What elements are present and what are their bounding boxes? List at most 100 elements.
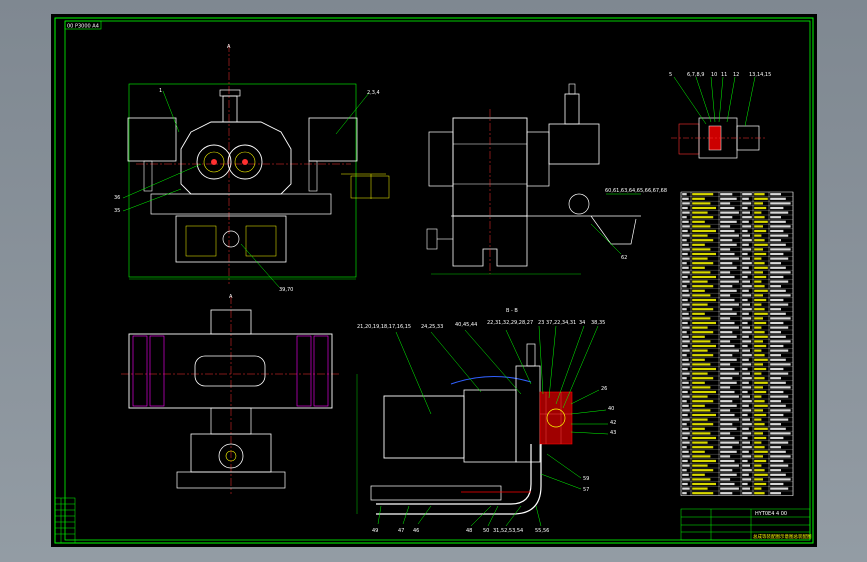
callout-43: 43: [610, 430, 616, 436]
callout-24-25-33: 24,25,33: [421, 324, 443, 330]
parts-list-cell: [770, 197, 786, 200]
parts-list-cell: [692, 197, 705, 200]
parts-list-cell: [720, 239, 733, 242]
parts-list-cell: [682, 202, 690, 205]
drawing-sheet: 00 P3000 A4 A 1 2,3,4 36 35 39,70 60,61,…: [51, 14, 817, 547]
parts-list-cell: [682, 367, 688, 371]
parts-list-cell: [692, 248, 711, 251]
parts-list-cell: [770, 289, 786, 292]
parts-list-cell: [754, 354, 765, 357]
callout-5: 5: [669, 72, 672, 78]
parts-list-cell: [742, 390, 748, 394]
parts-list-cell: [720, 354, 733, 357]
parts-list-cell: [742, 427, 749, 430]
section-view: [356, 325, 609, 527]
parts-list-cell: [754, 312, 768, 315]
parts-list-cell: [754, 211, 762, 214]
parts-list-cell: [692, 487, 708, 490]
parts-list-cell: [692, 386, 711, 389]
parts-list-cell: [742, 280, 750, 283]
parts-list-cell: [692, 326, 708, 329]
parts-list-cell: [720, 372, 739, 375]
parts-list-cell: [682, 262, 687, 265]
parts-list-cell: [692, 202, 711, 205]
callout-10: 10: [711, 72, 717, 78]
parts-list-cell: [682, 455, 690, 458]
parts-list-cell: [682, 390, 688, 394]
parts-list-cell: [742, 455, 752, 458]
parts-list-cell: [742, 308, 752, 311]
parts-list-cell: [682, 395, 690, 398]
parts-list-cell: [682, 294, 690, 297]
parts-list-cell: [754, 340, 763, 343]
parts-list-cell: [754, 413, 767, 417]
parts-list-cell: [754, 464, 762, 467]
parts-list-cell: [742, 317, 752, 320]
parts-list-cell: [682, 450, 689, 453]
parts-list-cell: [682, 331, 687, 334]
parts-list-cell: [692, 450, 705, 453]
parts-list-cell: [720, 404, 737, 407]
parts-list-cell: [754, 372, 762, 375]
parts-list-cell: [742, 239, 752, 242]
parts-list-cell: [720, 340, 731, 343]
parts-list-cell: [682, 381, 689, 384]
parts-list-cell: [754, 285, 765, 288]
parts-list-cell: [754, 271, 763, 274]
cad-viewport[interactable]: 00 P3000 A4 A 1 2,3,4 36 35 39,70 60,61,…: [0, 0, 867, 562]
parts-list-cell: [742, 413, 748, 417]
parts-list-cell: [692, 262, 714, 265]
parts-list-cell: [692, 455, 711, 458]
parts-list-cell: [720, 432, 731, 435]
parts-list-cell: [682, 418, 690, 421]
parts-list-cell: [770, 349, 789, 352]
callout-39-70: 39,70: [279, 287, 293, 293]
parts-list-cell: [754, 492, 765, 495]
svg-text:A: A: [229, 294, 233, 300]
parts-list-cell: [720, 478, 731, 481]
parts-list-cell: [682, 432, 690, 435]
callout-60-68: 60,61,63,64,65,66,67,68: [605, 188, 667, 194]
parts-list-cell: [742, 450, 749, 453]
parts-list-cell: [692, 473, 705, 476]
parts-list-cell: [742, 409, 752, 412]
parts-list-cell: [770, 340, 791, 343]
parts-list-cell: [692, 308, 714, 311]
parts-list-cell: [770, 400, 781, 403]
parts-list-cell: [692, 335, 705, 338]
parts-list-cell: [742, 358, 749, 361]
parts-list-cell: [682, 275, 688, 279]
parts-list-cell: [770, 381, 786, 384]
parts-list-cell: [770, 413, 784, 417]
parts-list-cell: [720, 289, 737, 292]
parts-list-cell: [682, 358, 689, 361]
parts-list-cell: [720, 308, 733, 311]
parts-list-cell: [692, 275, 716, 279]
parts-list-cell: [720, 225, 731, 228]
parts-list-cell: [754, 390, 767, 394]
callout-37-22-34-31: 37,22,34,31: [546, 320, 576, 326]
parts-list-cell: [742, 432, 752, 435]
parts-list-cell: [754, 308, 765, 311]
parts-list-cell: [692, 257, 708, 260]
parts-list-cell: [720, 423, 733, 426]
parts-list-cell: [682, 326, 690, 329]
parts-list-cell: [692, 216, 714, 219]
parts-list-cell: [754, 450, 768, 453]
parts-list-cell: [720, 285, 733, 288]
top-view: A: [121, 294, 341, 494]
parts-list-cell: [770, 473, 786, 476]
parts-list-cell: [742, 211, 750, 214]
parts-list-cell: [742, 344, 748, 348]
parts-list-cell: [770, 206, 784, 210]
parts-list-cell: [720, 459, 735, 463]
parts-list-cell: [692, 206, 716, 210]
parts-list-cell: [770, 234, 789, 237]
parts-list-cell: [692, 266, 705, 269]
parts-list-cell: [754, 257, 762, 260]
parts-list-cell: [682, 349, 690, 352]
parts-list-cell: [692, 321, 716, 325]
parts-list-cell: [682, 280, 690, 283]
parts-list-cell: [742, 473, 749, 476]
parts-list-cell: [742, 377, 752, 380]
